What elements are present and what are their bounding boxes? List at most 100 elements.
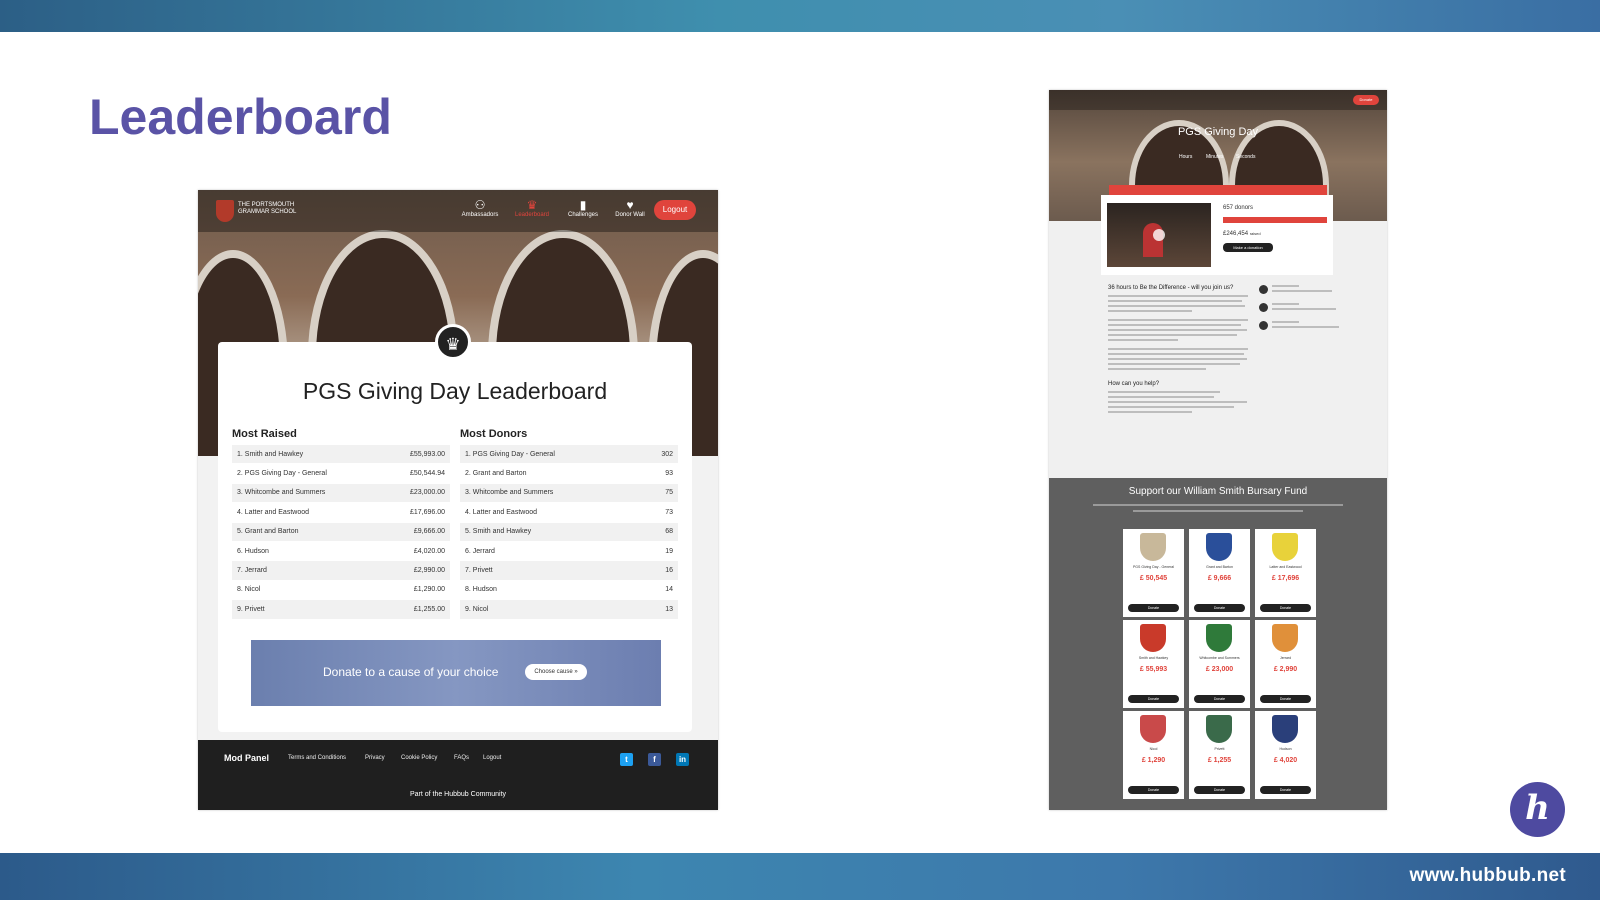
nav-donor-wall[interactable]: ♥ Donor Wall	[608, 198, 652, 218]
tile-donate-button[interactable]: Donate	[1128, 695, 1179, 703]
row-value: £1,290.00	[413, 586, 445, 594]
cause-name: Hudson	[1279, 747, 1292, 751]
hubbub-community-text: Part of the Hubbub Community	[409, 791, 507, 798]
donate-button[interactable]: Donate	[1353, 95, 1379, 105]
cause-tile[interactable]: PGS Giving Day - General £ 50,545 Donate	[1123, 529, 1184, 617]
cause-tile[interactable]: Hudson £ 4,020 Donate	[1255, 711, 1316, 799]
most-donors-heading: Most Donors	[460, 428, 528, 440]
logout-button[interactable]: Logout	[654, 200, 696, 220]
school-crest-icon	[216, 200, 234, 222]
row-name: 3. Whitcombe and Summers	[237, 489, 326, 497]
row-value: £2,990.00	[413, 567, 445, 575]
linkedin-icon[interactable]: in	[676, 753, 689, 766]
row-name: 9. Privett	[237, 605, 265, 613]
row-name: 1. Smith and Hawkey	[237, 450, 304, 458]
house-crest-icon	[1272, 715, 1298, 743]
tile-donate-button[interactable]: Donate	[1128, 604, 1179, 612]
cause-tile[interactable]: Latter and Eastwood £ 17,696 Donate	[1255, 529, 1316, 617]
cause-name: Smith and Hawkey	[1138, 656, 1169, 660]
most-raised-row: 1. Smith and Hawkey £55,993.00	[232, 445, 450, 465]
row-value: 16	[665, 567, 673, 575]
most-raised-row: 2. PGS Giving Day - General £50,544.94	[232, 464, 450, 484]
footer-terms-link[interactable]: Terms and Conditions	[288, 755, 346, 761]
nav-ambassadors[interactable]: ⚇ Ambassadors	[458, 198, 502, 218]
bottom-accent-bar: www.hubbub.net	[0, 853, 1600, 900]
row-value: £23,000.00	[409, 489, 445, 497]
tile-donate-button[interactable]: Donate	[1194, 695, 1245, 703]
tile-donate-button[interactable]: Donate	[1260, 604, 1311, 612]
tile-donate-button[interactable]: Donate	[1260, 695, 1311, 703]
cause-tile[interactable]: Smith and Hawkey £ 55,993 Donate	[1123, 620, 1184, 708]
cause-name: Whitcombe and Summers	[1199, 656, 1240, 660]
make-donation-button[interactable]: Make a donation	[1223, 243, 1273, 252]
choose-cause-button[interactable]: Choose cause »	[525, 664, 587, 680]
cause-tile[interactable]: Privett £ 1,255 Donate	[1189, 711, 1250, 799]
row-name: 1. PGS Giving Day - General	[465, 450, 555, 458]
cause-name: Nicol	[1149, 747, 1158, 751]
cause-amount: £ 17,696	[1271, 575, 1300, 582]
most-donors-row: 9. Nicol 13	[460, 600, 678, 620]
page-title: PGS Giving Day	[1177, 126, 1259, 138]
tile-donate-button[interactable]: Donate	[1194, 786, 1245, 794]
most-raised-row: 4. Latter and Eastwood £17,696.00	[232, 503, 450, 523]
house-crest-icon	[1140, 533, 1166, 561]
countdown-minutes-label: Minutes	[1206, 154, 1224, 160]
row-value: 75	[665, 489, 673, 497]
most-donors-row: 4. Latter and Eastwood 73	[460, 503, 678, 523]
giving-day-page-screenshot: Donate PGS Giving Day Hours Minutes Seco…	[1049, 90, 1387, 810]
footer-logout-link[interactable]: Logout	[483, 755, 501, 761]
row-value: £4,020.00	[413, 547, 445, 555]
row-name: 2. Grant and Barton	[465, 470, 527, 478]
school-name: THE PORTSMOUTH GRAMMAR SCHOOL	[238, 202, 297, 215]
row-name: 7. Privett	[465, 567, 493, 575]
cause-tile[interactable]: Jerrard £ 2,990 Donate	[1255, 620, 1316, 708]
footer-cookie-link[interactable]: Cookie Policy	[401, 755, 437, 761]
amount-raised: £246,454 raised	[1223, 231, 1261, 237]
slide-title: Leaderboard	[89, 89, 392, 145]
mod-panel-link[interactable]: Mod Panel	[224, 753, 269, 763]
recent-donations-feed	[1259, 285, 1339, 339]
nav-challenges[interactable]: ▮ Challenges	[561, 198, 605, 218]
most-donors-row: 3. Whitcombe and Summers 75	[460, 483, 678, 504]
leaderboard-title: PGS Giving Day Leaderboard	[302, 378, 608, 404]
tile-donate-button[interactable]: Donate	[1260, 786, 1311, 794]
cause-name: PGS Giving Day - General	[1132, 565, 1175, 569]
countdown-hours-label: Hours	[1179, 154, 1193, 160]
house-crest-icon	[1206, 624, 1232, 652]
top-accent-bar	[0, 0, 1600, 32]
row-name: 5. Grant and Barton	[237, 528, 299, 536]
heart-icon	[1259, 285, 1268, 294]
row-name: 4. Latter and Eastwood	[465, 508, 537, 516]
most-raised-row: 6. Hudson £4,020.00	[232, 542, 450, 562]
cause-tile[interactable]: Whitcombe and Summers £ 23,000 Donate	[1189, 620, 1250, 708]
progress-bar	[1223, 217, 1327, 223]
tile-donate-button[interactable]: Donate	[1128, 786, 1179, 794]
tile-donate-button[interactable]: Donate	[1194, 604, 1245, 612]
row-value: £17,696.00	[409, 508, 445, 516]
row-name: 7. Jerrard	[237, 567, 267, 575]
row-name: 6. Jerrard	[465, 547, 495, 555]
cause-amount: £ 2,990	[1273, 666, 1298, 673]
site-footer: Mod Panel Terms and Conditions Privacy C…	[198, 740, 718, 810]
cause-amount: £ 23,000	[1205, 666, 1234, 673]
row-value: 93	[665, 470, 673, 478]
body-heading: 36 hours to Be the Difference - will you…	[1108, 285, 1234, 291]
row-name: 3. Whitcombe and Summers	[465, 489, 554, 497]
trophy-icon: ♛	[435, 324, 471, 360]
most-raised-heading: Most Raised	[232, 428, 297, 440]
row-name: 8. Nicol	[237, 586, 261, 594]
row-value: 14	[665, 586, 673, 594]
cause-tile[interactable]: Nicol £ 1,290 Donate	[1123, 711, 1184, 799]
house-crest-icon	[1206, 533, 1232, 561]
campaign-video[interactable]	[1107, 203, 1211, 267]
footer-faqs-link[interactable]: FAQs	[454, 755, 469, 761]
cause-tile[interactable]: Grant and Barton £ 9,666 Donate	[1189, 529, 1250, 617]
most-donors-table: 1. PGS Giving Day - General 302 2. Grant a…	[460, 445, 678, 620]
footer-privacy-link[interactable]: Privacy	[365, 755, 385, 761]
nav-leaderboard[interactable]: ♛ Leaderboard	[510, 198, 554, 218]
play-icon[interactable]	[1153, 229, 1165, 241]
twitter-icon[interactable]: t	[620, 753, 633, 766]
facebook-icon[interactable]: f	[648, 753, 661, 766]
most-donors-row: 2. Grant and Barton 93	[460, 464, 678, 484]
row-name: 4. Latter and Eastwood	[237, 508, 309, 516]
